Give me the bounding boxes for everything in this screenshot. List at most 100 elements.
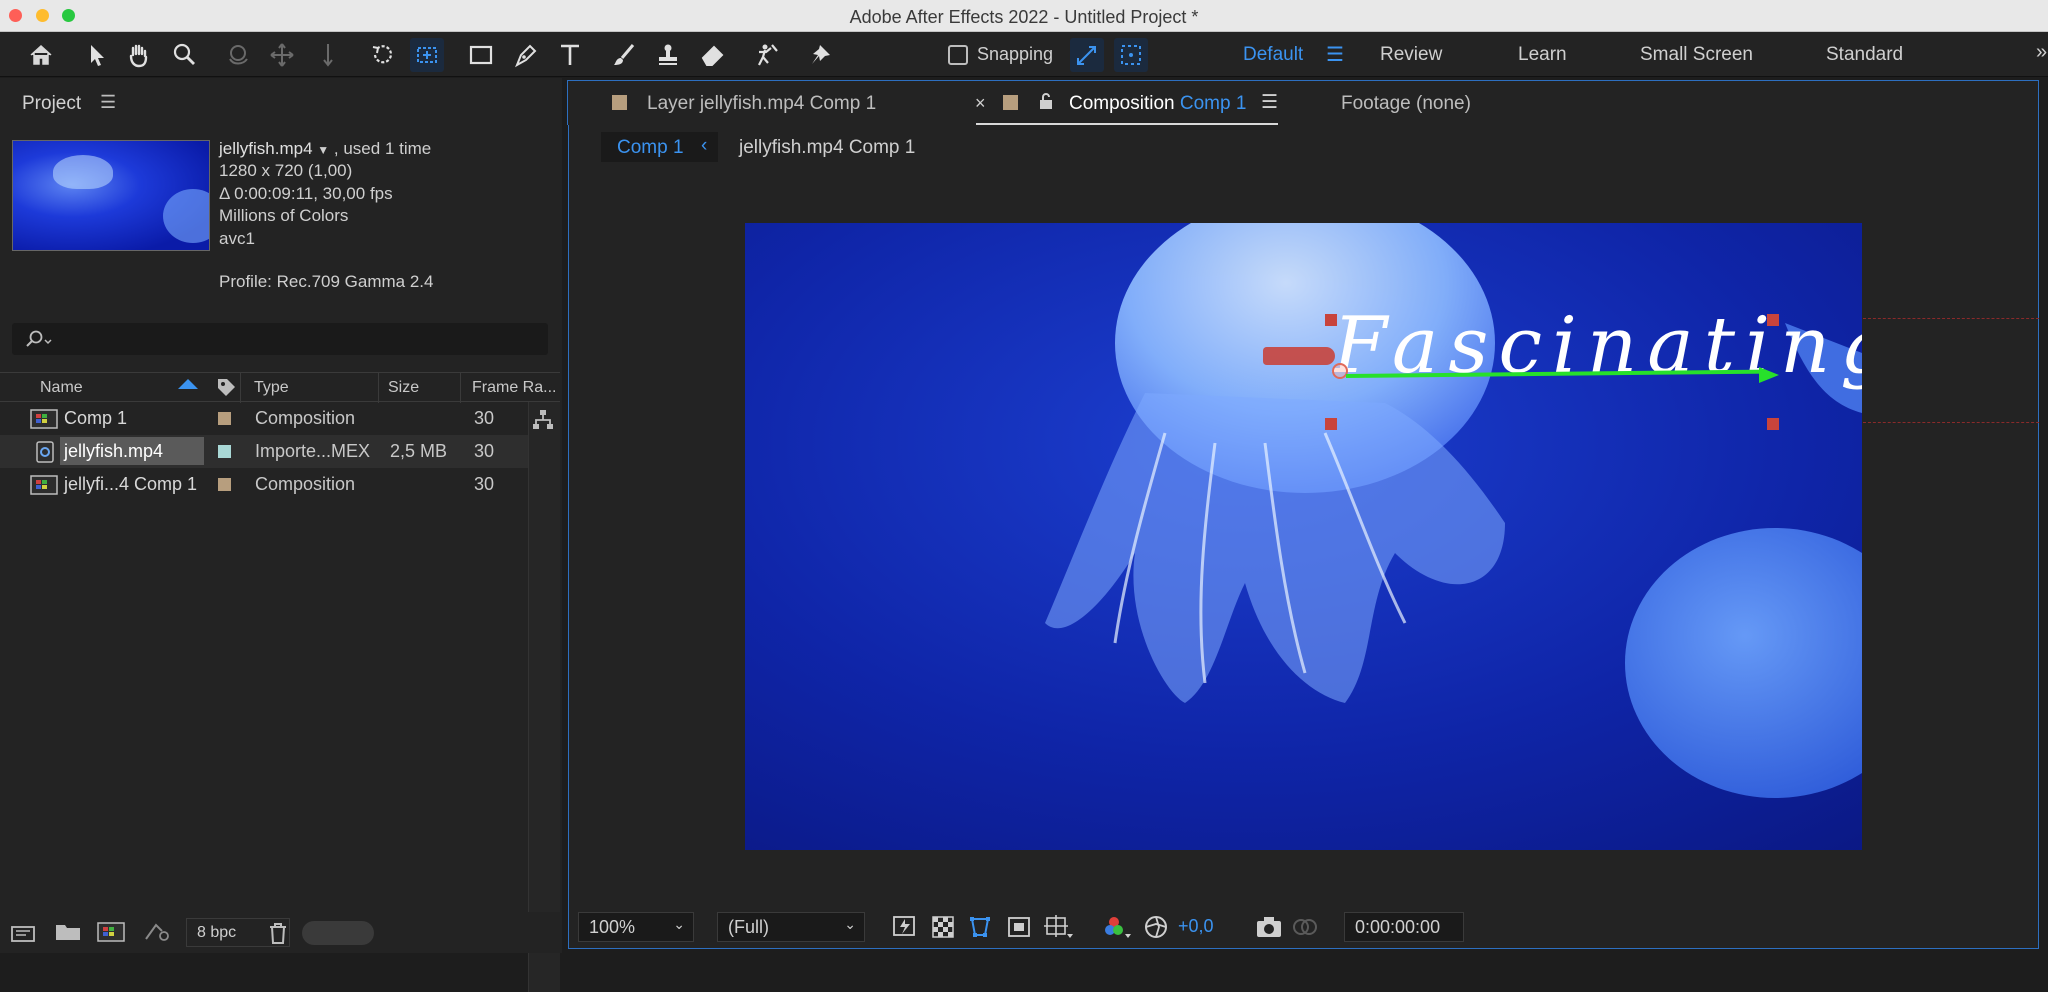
project-item-jellyfish-mp4[interactable]: jellyfish.mp4 Importe...MEX 2,5 MB 30: [0, 435, 528, 468]
breadcrumb: Comp 1 ‹ jellyfish.mp4 Comp 1: [568, 125, 2039, 176]
workspace-standard[interactable]: Standard: [1826, 44, 1903, 66]
layer-handle-bottom-right[interactable]: [1767, 418, 1779, 430]
region-of-interest-icon[interactable]: [1006, 914, 1032, 940]
column-type[interactable]: Type: [254, 379, 289, 397]
tools-toolbar: Snapping Default ☰ Review Learn Small Sc…: [0, 32, 2048, 77]
project-panel-title[interactable]: Project: [22, 93, 81, 115]
brush-tool-icon[interactable]: [607, 38, 641, 72]
composition-icon: [30, 409, 58, 429]
label-color-swatch[interactable]: [218, 412, 231, 425]
column-name[interactable]: Name: [40, 379, 83, 397]
workspace-small-screen[interactable]: Small Screen: [1640, 44, 1753, 66]
hand-tool-icon[interactable]: [122, 38, 156, 72]
project-panel-menu-icon[interactable]: ☰: [100, 92, 116, 113]
rectangle-tool-icon[interactable]: [464, 38, 498, 72]
label-column-icon[interactable]: [215, 376, 237, 403]
rotation-tool-icon[interactable]: [365, 38, 399, 72]
item-name: jellyfi...4 Comp 1: [64, 474, 198, 494]
home-icon[interactable]: [24, 38, 58, 72]
layer-handle-top-right[interactable]: [1767, 314, 1779, 326]
layer-handle-top-left[interactable]: [1325, 314, 1337, 326]
label-color-swatch[interactable]: [218, 445, 231, 458]
show-channel-icon[interactable]: [1103, 914, 1133, 940]
resolution-dropdown[interactable]: (Full) ⌄: [717, 912, 865, 942]
viewer-controls-bar: 100% ⌄ (Full) ⌄ +0,0 0:00:00:00: [568, 904, 2039, 949]
breadcrumb-jellyfish-comp-1[interactable]: jellyfish.mp4 Comp 1: [739, 137, 915, 159]
footage-dropdown-icon[interactable]: ▼: [317, 143, 329, 157]
zoom-tool-icon[interactable]: [167, 38, 201, 72]
close-tab-icon[interactable]: ×: [975, 93, 986, 114]
snap-features-icon[interactable]: [1114, 38, 1148, 72]
show-snapshot-icon[interactable]: [1291, 915, 1319, 939]
window-title: Adobe After Effects 2022 - Untitled Proj…: [849, 7, 1199, 27]
chevron-left-icon: ‹: [701, 135, 708, 156]
snapshot-camera-icon[interactable]: [1255, 915, 1283, 939]
label-color-swatch[interactable]: [218, 478, 231, 491]
composition-icon: [30, 475, 58, 495]
current-time-display[interactable]: 0:00:00:00: [1344, 912, 1464, 942]
toggle-mask-visibility-icon[interactable]: [967, 914, 993, 940]
snapping-checkbox[interactable]: [948, 45, 968, 65]
motion-arrow-head: [1759, 367, 1779, 383]
breadcrumb-comp-1[interactable]: Comp 1 ‹: [601, 132, 718, 162]
item-frame-rate: 30: [474, 408, 495, 428]
workspace-review[interactable]: Review: [1380, 44, 1442, 66]
flowchart-icon[interactable]: [531, 408, 555, 432]
tab-footage[interactable]: Footage (none): [1341, 93, 1471, 115]
project-scrollbar[interactable]: [528, 402, 560, 992]
workspace-default[interactable]: Default: [1243, 44, 1303, 66]
dolly-camera-icon[interactable]: [311, 38, 345, 72]
project-bottom-bar: 8 bpc: [0, 912, 560, 953]
lock-icon[interactable]: [1038, 92, 1054, 110]
tab-composition[interactable]: Composition Comp 1: [1069, 93, 1246, 115]
color-management-icon[interactable]: [1143, 914, 1169, 940]
footage-profile: Profile: Rec.709 Gamma 2.4: [219, 272, 434, 291]
search-icon: [26, 330, 52, 347]
pan-camera-icon[interactable]: [265, 38, 299, 72]
item-frame-rate: 30: [474, 441, 495, 461]
label-color-swatch: [612, 95, 627, 110]
new-folder-icon[interactable]: [54, 921, 82, 943]
chevron-down-icon: ⌄: [844, 916, 856, 932]
column-frame-rate[interactable]: Frame Ra...: [472, 379, 556, 397]
new-composition-icon[interactable]: [96, 921, 126, 943]
snapping-label: Snapping: [977, 44, 1054, 64]
project-search-field[interactable]: [12, 323, 548, 355]
search-input[interactable]: [58, 327, 538, 351]
workspace-overflow-icon[interactable]: »: [2036, 41, 2047, 64]
text-layer-fascinating[interactable]: Fascinating W: [1333, 301, 1862, 391]
transparency-grid-icon[interactable]: [930, 914, 956, 940]
magnification-dropdown[interactable]: 100% ⌄: [578, 912, 694, 942]
grid-and-guides-icon[interactable]: [1043, 914, 1073, 940]
interpret-footage-icon[interactable]: [10, 922, 38, 944]
project-item-jellyfish-comp-1[interactable]: jellyfi...4 Comp 1 Composition 30: [0, 468, 528, 501]
layer-handle-bottom-left[interactable]: [1325, 418, 1337, 430]
eraser-tool-icon[interactable]: [696, 38, 730, 72]
selection-tool-icon[interactable]: [80, 38, 114, 72]
anchor-point-tool-icon[interactable]: [410, 38, 444, 72]
item-frame-rate: 30: [474, 474, 495, 494]
guide-line: [1863, 318, 2039, 319]
clone-stamp-icon[interactable]: [651, 38, 685, 72]
roto-brush-icon[interactable]: [750, 38, 784, 72]
tab-menu-icon[interactable]: ☰: [1261, 91, 1278, 114]
orbit-camera-icon[interactable]: [222, 38, 256, 72]
workspace-menu-icon[interactable]: ☰: [1326, 42, 1344, 67]
snap-edges-icon[interactable]: [1070, 38, 1104, 72]
thumbnail-size-slider[interactable]: [302, 921, 374, 945]
trash-icon[interactable]: [267, 921, 289, 945]
label-color-swatch: [1003, 95, 1018, 110]
project-settings-icon[interactable]: [142, 921, 172, 943]
tab-layer[interactable]: Layer jellyfish.mp4 Comp 1: [647, 93, 876, 115]
puppet-pin-icon[interactable]: [805, 38, 839, 72]
sort-ascending-icon[interactable]: [178, 379, 198, 389]
fast-previews-icon[interactable]: [892, 914, 918, 940]
project-item-comp-1[interactable]: Comp 1 Composition 30: [0, 402, 528, 435]
column-size[interactable]: Size: [388, 379, 419, 397]
exposure-value[interactable]: +0,0: [1178, 916, 1214, 937]
pen-tool-icon[interactable]: [509, 38, 543, 72]
composition-frame[interactable]: Fascinating W: [745, 223, 1862, 850]
footage-thumbnail: [12, 140, 210, 251]
type-tool-icon[interactable]: [553, 38, 587, 72]
workspace-learn[interactable]: Learn: [1518, 44, 1567, 66]
